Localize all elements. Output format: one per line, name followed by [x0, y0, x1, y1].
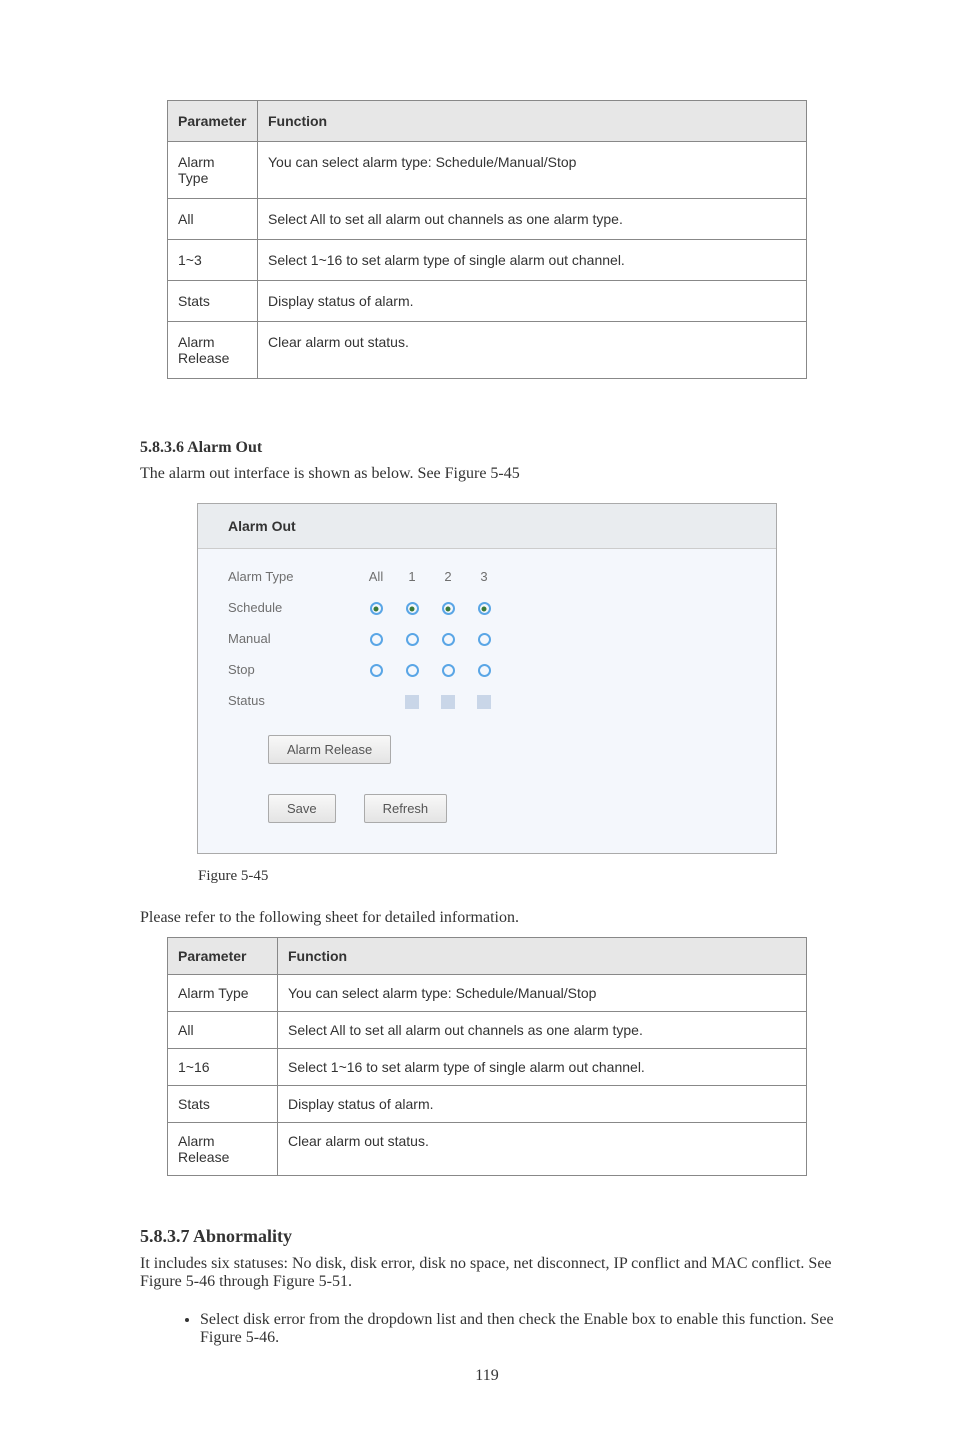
manual-radio-1[interactable]: [406, 633, 419, 646]
alarm-type-label: Alarm Type: [228, 569, 358, 584]
table2-header-function: Function: [278, 937, 807, 974]
section-heading-alarm-out: 5.8.3.6 Alarm Out: [140, 439, 834, 457]
col-all: All: [358, 569, 394, 584]
table-row: All Select All to set all alarm out chan…: [168, 1011, 807, 1048]
section-heading-abnormality: 5.8.3.7 Abnormality: [140, 1226, 834, 1247]
bullet-item: Select disk error from the dropdown list…: [200, 1311, 834, 1347]
stop-row: Stop: [228, 662, 746, 677]
manual-label: Manual: [228, 631, 358, 646]
status-box-3: [477, 695, 491, 709]
table1-header-function: Function: [258, 101, 807, 142]
table1-header-parameter: Parameter: [168, 101, 258, 142]
table-row: 1~16 Select 1~16 to set alarm type of si…: [168, 1048, 807, 1085]
figure-link[interactable]: Figure 5-45: [445, 465, 520, 482]
bullet-list: Select disk error from the dropdown list…: [140, 1311, 834, 1347]
abnormality-intro: It includes six statuses: No disk, disk …: [140, 1255, 834, 1291]
status-label: Status: [228, 693, 358, 708]
table2-header-parameter: Parameter: [168, 937, 278, 974]
alarm-out-panel: Alarm Out Alarm Type All 1 2 3 Schedule …: [197, 503, 777, 854]
manual-radio-all[interactable]: [370, 633, 383, 646]
schedule-radio-all[interactable]: [370, 602, 383, 615]
save-button[interactable]: Save: [268, 794, 336, 823]
param-table-1: Parameter Function Alarm Type You can se…: [167, 100, 807, 379]
col-2: 2: [430, 569, 466, 584]
table-row: Stats Display status of alarm.: [168, 281, 807, 322]
table-row: All Select All to set all alarm out chan…: [168, 199, 807, 240]
schedule-radio-3[interactable]: [478, 602, 491, 615]
table-row: Alarm Release Clear alarm out status.: [168, 322, 807, 379]
schedule-radio-2[interactable]: [442, 602, 455, 615]
schedule-radio-1[interactable]: [406, 602, 419, 615]
stop-radio-1[interactable]: [406, 664, 419, 677]
alarm-release-button[interactable]: Alarm Release: [268, 735, 391, 764]
manual-row: Manual: [228, 631, 746, 646]
figure-caption: Figure 5-45: [140, 868, 834, 885]
schedule-label: Schedule: [228, 600, 358, 615]
col-1: 1: [394, 569, 430, 584]
param-table-2: Parameter Function Alarm Type You can se…: [167, 937, 807, 1176]
alarm-type-header-row: Alarm Type All 1 2 3: [228, 569, 746, 584]
manual-radio-3[interactable]: [478, 633, 491, 646]
table-row: Alarm Type You can select alarm type: Sc…: [168, 974, 807, 1011]
stop-radio-2[interactable]: [442, 664, 455, 677]
table-row: 1~3 Select 1~16 to set alarm type of sin…: [168, 240, 807, 281]
page-number: 119: [140, 1367, 834, 1385]
status-box-1: [405, 695, 419, 709]
stop-radio-3[interactable]: [478, 664, 491, 677]
table-row: Stats Display status of alarm.: [168, 1085, 807, 1122]
post-figure-text: Please refer to the following sheet for …: [140, 909, 834, 927]
status-box-2: [441, 695, 455, 709]
schedule-row: Schedule: [228, 600, 746, 615]
table-row: Alarm Release Clear alarm out status.: [168, 1122, 807, 1175]
col-3: 3: [466, 569, 502, 584]
table-row: Alarm Type You can select alarm type: Sc…: [168, 142, 807, 199]
refresh-button[interactable]: Refresh: [364, 794, 448, 823]
panel-title: Alarm Out: [198, 504, 776, 549]
manual-radio-2[interactable]: [442, 633, 455, 646]
status-row: Status: [228, 693, 746, 709]
stop-label: Stop: [228, 662, 358, 677]
section-intro: The alarm out interface is shown as belo…: [140, 465, 834, 483]
stop-radio-all[interactable]: [370, 664, 383, 677]
